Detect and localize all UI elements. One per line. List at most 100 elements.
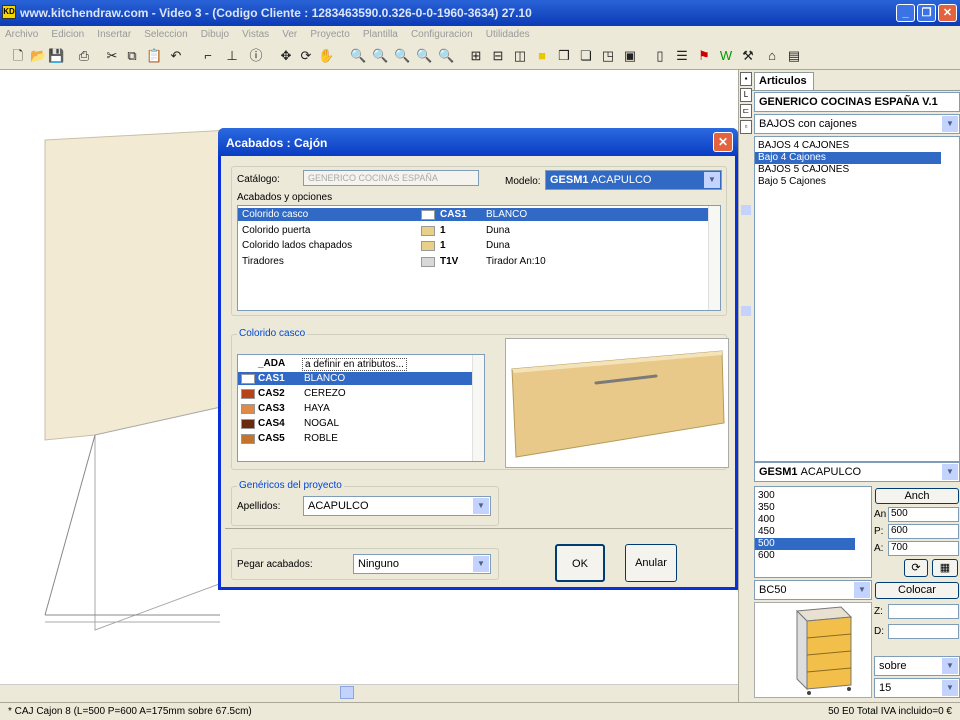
paste-icon[interactable]: 📋: [146, 48, 162, 64]
family-select[interactable]: BAJOS con cajones ▼: [754, 114, 960, 134]
an-input[interactable]: 500: [888, 507, 959, 522]
plan-view-icon[interactable]: ⊞: [468, 48, 484, 64]
tab-icon-3[interactable]: ⊏: [740, 104, 752, 118]
a-input[interactable]: 700: [888, 541, 959, 556]
dialog-model-select[interactable]: GESM1 ACAPULCO ▼: [545, 170, 722, 190]
list-item[interactable]: 300: [755, 490, 871, 502]
tab-icon-2[interactable]: L: [740, 88, 752, 102]
box-3d-icon[interactable]: ❒: [556, 48, 572, 64]
finish-code[interactable]: _ADA: [258, 358, 285, 369]
list-item[interactable]: 350: [755, 502, 871, 514]
tab-articulos[interactable]: Articulos: [754, 72, 814, 90]
chevron-down-icon[interactable]: ▼: [854, 582, 870, 598]
zoom-previous-icon[interactable]: 🔍: [438, 48, 454, 64]
z-input[interactable]: [888, 604, 959, 619]
list-item-selected[interactable]: Bajo 4 Cajones: [755, 152, 941, 164]
chevron-down-icon[interactable]: ▼: [704, 172, 720, 188]
option-name[interactable]: Colorido lados chapados: [242, 240, 352, 251]
chevron-down-icon[interactable]: ▼: [942, 116, 958, 132]
box-open-icon[interactable]: ❏: [578, 48, 594, 64]
flag-icon[interactable]: ⚑: [696, 48, 712, 64]
calculator-button[interactable]: ▦: [932, 559, 958, 577]
finish-code[interactable]: CAS4: [258, 418, 285, 429]
strip-scroll-thumb[interactable]: [741, 205, 751, 215]
anch-button[interactable]: Anch: [875, 488, 959, 504]
new-file-icon[interactable]: 🗋: [10, 48, 26, 64]
catalog-select[interactable]: GENERICO COCINAS ESPAÑA V.1: [754, 92, 960, 112]
chevron-down-icon[interactable]: ▼: [942, 680, 958, 696]
panel-icon[interactable]: ▣: [622, 48, 638, 64]
open-folder-icon[interactable]: 📂: [30, 48, 46, 64]
print-icon[interactable]: ⎙: [76, 48, 92, 64]
chevron-down-icon[interactable]: ▼: [942, 658, 958, 674]
tab-icon-4[interactable]: ▫: [740, 120, 752, 134]
dialog-close-button[interactable]: ✕: [713, 132, 733, 152]
article-list[interactable]: BAJOS 4 CAJONES Bajo 4 Cajones BAJOS 5 C…: [754, 136, 960, 462]
menu-insertar[interactable]: Insertar: [92, 26, 136, 43]
menu-configuracion[interactable]: Configuracion: [406, 26, 478, 43]
apellidos-select[interactable]: ACAPULCO ▼: [303, 496, 491, 516]
colocar-button[interactable]: Colocar: [875, 582, 959, 599]
option-name[interactable]: Tiradores: [242, 256, 284, 267]
list-item[interactable]: Bajo 5 Cajones: [755, 176, 959, 188]
position-select[interactable]: sobre ▼: [874, 656, 960, 676]
width-list[interactable]: 300 350 400 450 500 600: [754, 486, 872, 578]
finish-code[interactable]: CAS2: [258, 388, 285, 399]
menu-seleccion[interactable]: Seleccion: [139, 26, 192, 43]
chevron-down-icon[interactable]: ▼: [473, 556, 489, 572]
chevron-down-icon[interactable]: ▼: [942, 464, 958, 480]
library-icon[interactable]: ▤: [786, 48, 802, 64]
close-window-button[interactable]: ✕: [938, 4, 957, 22]
list-item[interactable]: 400: [755, 514, 871, 526]
help-icon[interactable]: ⌂: [764, 48, 780, 64]
info-icon[interactable]: ⓘ: [248, 48, 264, 64]
model-select[interactable]: GESM1 ACAPULCO ▼: [754, 462, 960, 482]
copy-icon[interactable]: ⧉: [124, 48, 140, 64]
menu-utilidades[interactable]: Utilidades: [481, 26, 535, 43]
perspective-view-icon[interactable]: ◫: [512, 48, 528, 64]
paste-select[interactable]: Ninguno ▼: [353, 554, 491, 574]
options-row-selected[interactable]: [238, 208, 708, 221]
cancel-button[interactable]: Anular: [625, 544, 677, 582]
undo-icon[interactable]: ↶: [168, 48, 184, 64]
cut-icon[interactable]: ✂: [104, 48, 120, 64]
menu-ver[interactable]: Ver: [277, 26, 302, 43]
move-icon[interactable]: ✥: [278, 48, 294, 64]
tools-icon[interactable]: ⚒: [740, 48, 756, 64]
list-item[interactable]: BAJOS 5 CAJONES: [755, 164, 959, 176]
rotate-icon[interactable]: ⟳: [298, 48, 314, 64]
elevation-view-icon[interactable]: ⊟: [490, 48, 506, 64]
measure-icon[interactable]: ⌐: [200, 48, 216, 64]
menu-archivo[interactable]: Archivo: [0, 26, 43, 43]
render-icon[interactable]: ■: [534, 48, 550, 64]
list-item-selected[interactable]: 500: [755, 538, 855, 550]
list-item[interactable]: 600: [755, 550, 871, 562]
finish-list[interactable]: _ADA a definir en atributos... CAS1 BLAN…: [237, 354, 485, 462]
options-table[interactable]: Colorido casco CAS1 BLANCO Colorido puer…: [237, 205, 721, 311]
options-scrollbar[interactable]: [708, 206, 720, 310]
menu-dibujo[interactable]: Dibujo: [196, 26, 234, 43]
save-icon[interactable]: 💾: [48, 48, 64, 64]
finish-code[interactable]: CAS3: [258, 403, 285, 414]
menu-proyecto[interactable]: Proyecto: [305, 26, 354, 43]
zoom-out-icon[interactable]: 🔍: [416, 48, 432, 64]
list-item[interactable]: 450: [755, 526, 871, 538]
menu-edicion[interactable]: Edicion: [46, 26, 89, 43]
web-icon[interactable]: W: [718, 48, 734, 64]
horizontal-scrollbar[interactable]: [0, 684, 738, 702]
horizontal-scroll-thumb[interactable]: [340, 686, 354, 699]
finish-code[interactable]: CAS5: [258, 433, 285, 444]
zoom-all-icon[interactable]: 🔍: [372, 48, 388, 64]
list-item[interactable]: BAJOS 4 CAJONES: [755, 140, 959, 152]
grab-icon[interactable]: ✋: [318, 48, 334, 64]
shelf-icon[interactable]: ☰: [674, 48, 690, 64]
minimize-button[interactable]: _: [896, 4, 915, 22]
cube-icon[interactable]: ◳: [600, 48, 616, 64]
option-name[interactable]: Colorido puerta: [242, 225, 310, 236]
zoom-window-icon[interactable]: 🔍: [350, 48, 366, 64]
strip-scroll-down[interactable]: [741, 306, 751, 316]
reference-select[interactable]: BC50 ▼: [754, 580, 872, 600]
level-select[interactable]: 15 ▼: [874, 678, 960, 698]
d-input[interactable]: [888, 624, 959, 639]
maximize-button[interactable]: ❐: [917, 4, 936, 22]
